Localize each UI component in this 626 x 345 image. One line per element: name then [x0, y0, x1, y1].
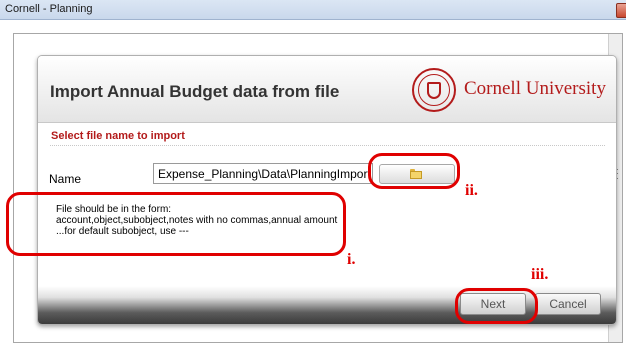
window-titlebar: Cornell - Planning	[0, 0, 626, 20]
cancel-button[interactable]: Cancel	[535, 293, 601, 315]
window-title: Cornell - Planning	[5, 3, 93, 15]
annotation-label-iii: iii.	[531, 266, 549, 283]
dialog-title: Import Annual Budget data from file	[50, 82, 340, 101]
file-path-input[interactable]	[153, 163, 373, 184]
annotation-ellipse-ii	[368, 153, 460, 189]
university-seal-icon	[412, 68, 456, 112]
section-label: Select file name to import	[51, 130, 185, 142]
close-icon[interactable]	[616, 3, 626, 18]
annotation-label-ii: ii.	[465, 182, 478, 199]
annotation-ellipse-iii	[455, 288, 538, 324]
name-label: Name	[49, 172, 82, 186]
section-divider	[50, 145, 605, 146]
brand-name: Cornell University	[464, 78, 606, 99]
dialog-header: Import Annual Budget data from file Corn…	[38, 56, 616, 123]
annotation-ellipse-i	[6, 192, 346, 256]
annotation-label-i: i.	[347, 251, 356, 268]
import-dialog: Import Annual Budget data from file Corn…	[37, 55, 617, 325]
